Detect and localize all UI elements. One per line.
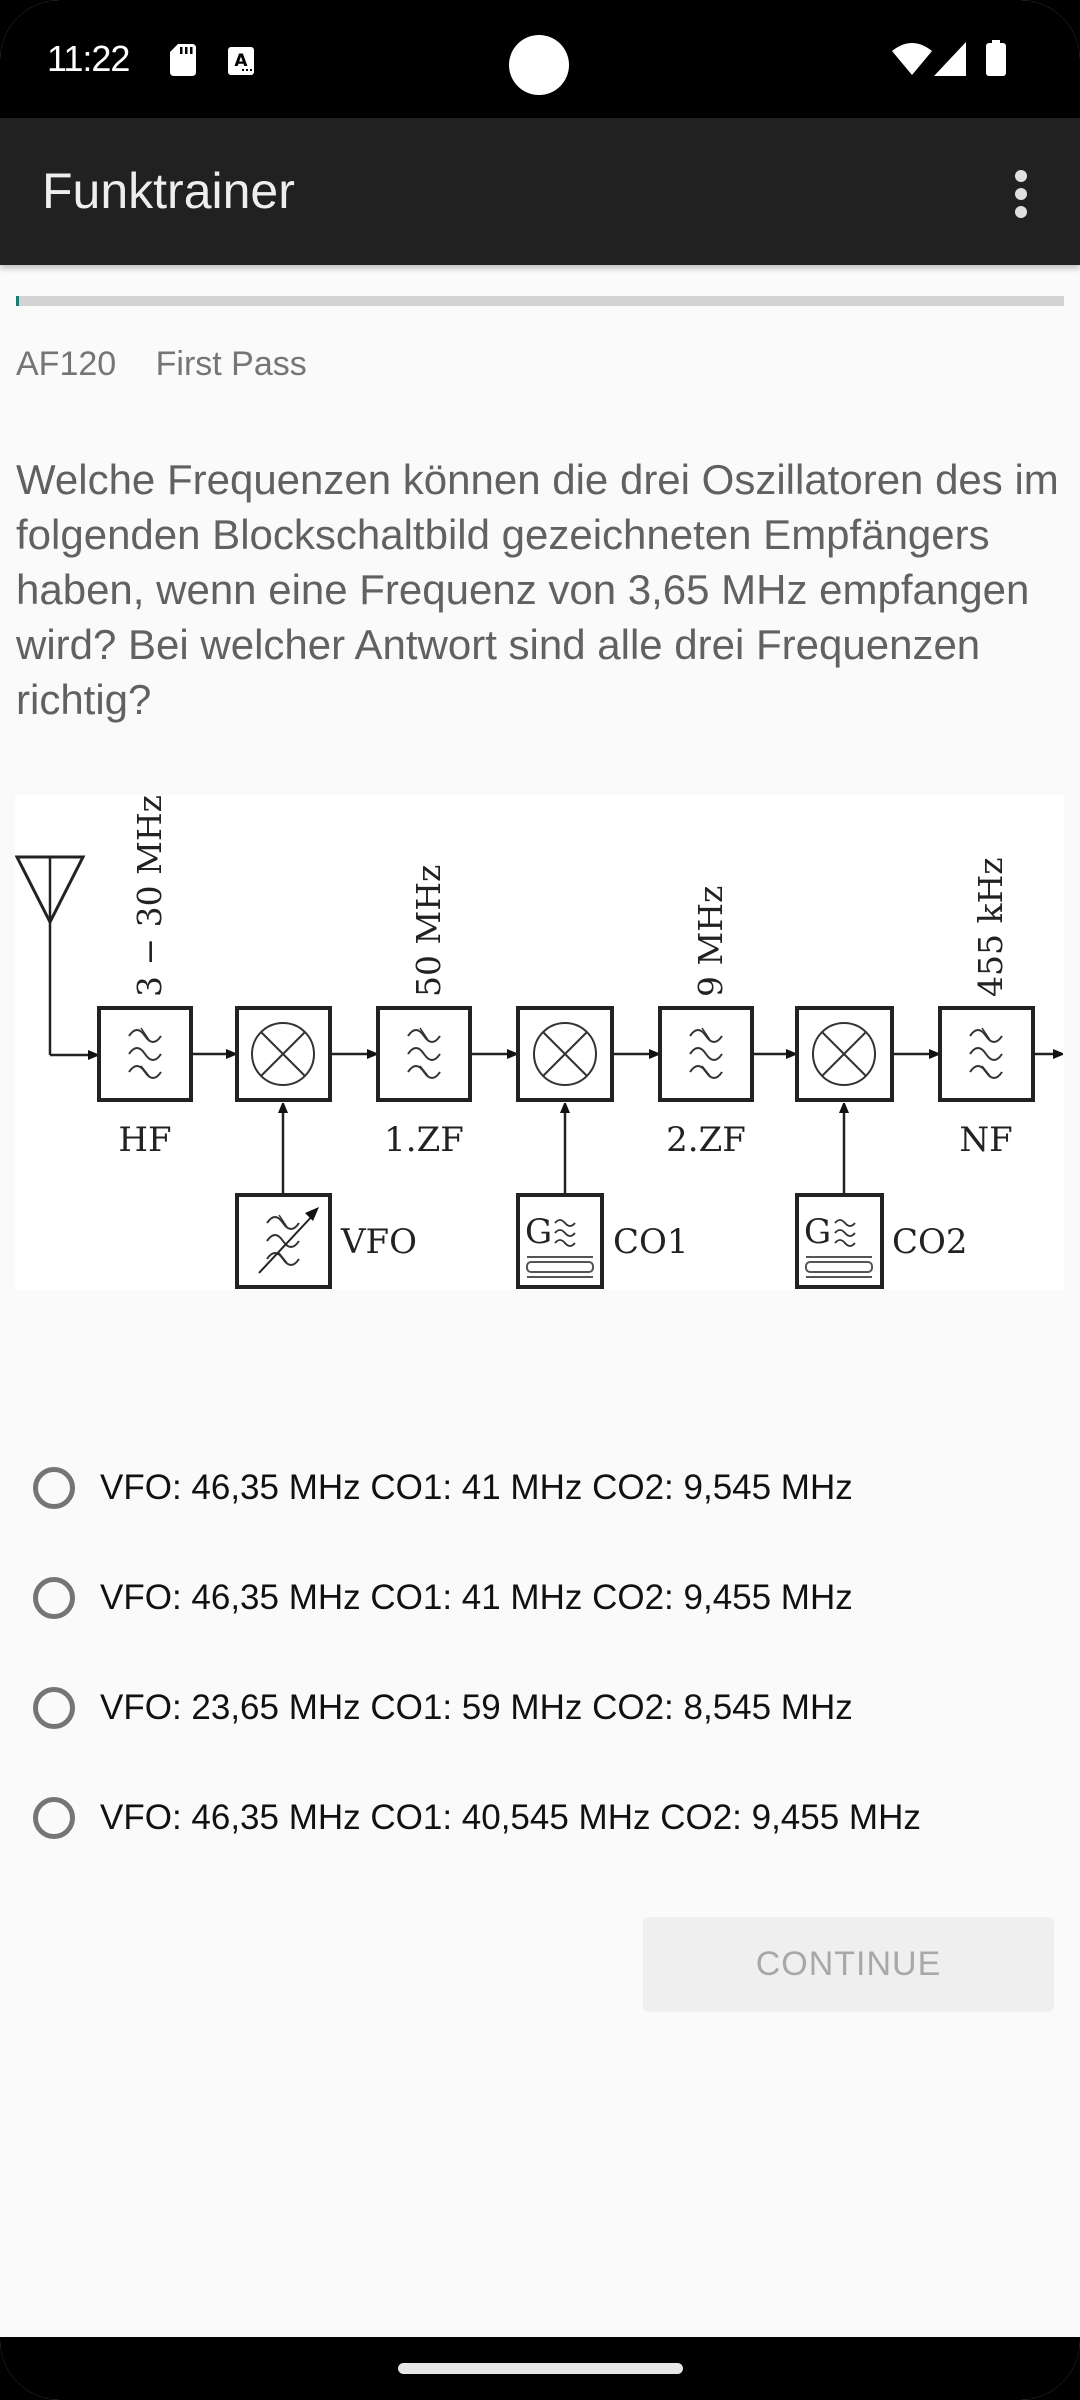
cell-signal-icon bbox=[934, 42, 966, 76]
status-time: 11:22 bbox=[47, 38, 130, 79]
stage-label-zf1: 1.ZF bbox=[384, 1120, 464, 1160]
radio-button[interactable] bbox=[33, 1797, 75, 1839]
stage-freq-zf2: 9 MHz bbox=[691, 886, 730, 997]
continue-button[interactable]: CONTINUE bbox=[643, 1917, 1054, 2012]
front-camera bbox=[509, 35, 569, 95]
app-title: Funktrainer bbox=[42, 163, 295, 219]
answer-option-2[interactable]: VFO: 46,35 MHz CO1: 41 MHz CO2: 9,455 MH… bbox=[30, 1553, 1050, 1643]
radio-button[interactable] bbox=[33, 1577, 75, 1619]
wifi-icon bbox=[892, 43, 932, 75]
question-meta: AF120 First Pass bbox=[16, 345, 337, 384]
mixer-2-block bbox=[516, 1006, 614, 1102]
svg-text:G: G bbox=[804, 1212, 831, 1252]
radio-button[interactable] bbox=[33, 1687, 75, 1729]
svg-text:G: G bbox=[525, 1212, 552, 1252]
zf2-filter-block bbox=[658, 1006, 754, 1102]
co2-block: G bbox=[795, 1193, 884, 1289]
vfo-block bbox=[235, 1193, 332, 1289]
mixer-3-block bbox=[795, 1006, 894, 1102]
radio-button[interactable] bbox=[33, 1467, 75, 1509]
stage-label-zf2: 2.ZF bbox=[666, 1120, 746, 1160]
stage-label-hf: HF bbox=[118, 1120, 171, 1160]
answer-label: VFO: 46,35 MHz CO1: 41 MHz CO2: 9,455 MH… bbox=[100, 1578, 853, 1617]
question-text: Welche Frequenzen können die drei Oszill… bbox=[16, 456, 1059, 723]
answer-label: VFO: 23,65 MHz CO1: 59 MHz CO2: 8,545 MH… bbox=[100, 1688, 853, 1727]
mixer-1-block bbox=[235, 1006, 332, 1102]
zf1-filter-block bbox=[376, 1006, 472, 1102]
block-diagram: G G HF 1.ZF 2.ZF NF 3 − 30 MHz 50 MHz 9 … bbox=[14, 795, 1064, 1289]
hf-filter-block bbox=[97, 1006, 193, 1102]
battery-icon bbox=[986, 40, 1006, 76]
stage-freq-hf: 3 − 30 MHz bbox=[130, 795, 169, 997]
antenna-symbol bbox=[14, 855, 97, 1055]
question-id: AF120 bbox=[16, 345, 117, 383]
svg-text:A: A bbox=[234, 51, 248, 71]
progress-fill bbox=[16, 296, 20, 306]
more-vert-icon[interactable] bbox=[1000, 158, 1044, 228]
answer-option-3[interactable]: VFO: 23,65 MHz CO1: 59 MHz CO2: 8,545 MH… bbox=[30, 1663, 1050, 1753]
osc-label-co2: CO2 bbox=[892, 1222, 968, 1262]
stage-label-nf: NF bbox=[959, 1120, 1012, 1160]
text-notification-icon: A bbox=[228, 47, 254, 75]
block-diagram-image: G G HF 1.ZF 2.ZF NF 3 − 30 MHz 50 MHz 9 … bbox=[14, 795, 1064, 1290]
stage-freq-nf: 455 kHz bbox=[971, 857, 1010, 997]
answer-label: VFO: 46,35 MHz CO1: 40,545 MHz CO2: 9,45… bbox=[100, 1798, 921, 1837]
answer-option-1[interactable]: VFO: 46,35 MHz CO1: 41 MHz CO2: 9,545 MH… bbox=[30, 1443, 1050, 1533]
navigation-bar bbox=[0, 2337, 1080, 2400]
status-bar: 11:22 A bbox=[0, 0, 1080, 118]
answer-option-4[interactable]: VFO: 46,35 MHz CO1: 40,545 MHz CO2: 9,45… bbox=[30, 1773, 1050, 1863]
app-toolbar: Funktrainer bbox=[0, 118, 1080, 265]
screen: 11:22 A Funktrainer AF120 First Pass Wel… bbox=[0, 0, 1080, 2400]
osc-label-vfo: VFO bbox=[340, 1222, 417, 1262]
nf-filter-block bbox=[938, 1006, 1035, 1102]
home-gesture-handle[interactable] bbox=[398, 2363, 683, 2374]
co1-block: G bbox=[516, 1193, 604, 1289]
question-progress-bar bbox=[16, 296, 1064, 306]
sd-card-icon bbox=[170, 44, 196, 76]
osc-label-co1: CO1 bbox=[613, 1222, 689, 1262]
question-mode: First Pass bbox=[155, 345, 307, 383]
answer-label: VFO: 46,35 MHz CO1: 41 MHz CO2: 9,545 MH… bbox=[100, 1468, 853, 1507]
stage-freq-zf1: 50 MHz bbox=[409, 865, 448, 997]
